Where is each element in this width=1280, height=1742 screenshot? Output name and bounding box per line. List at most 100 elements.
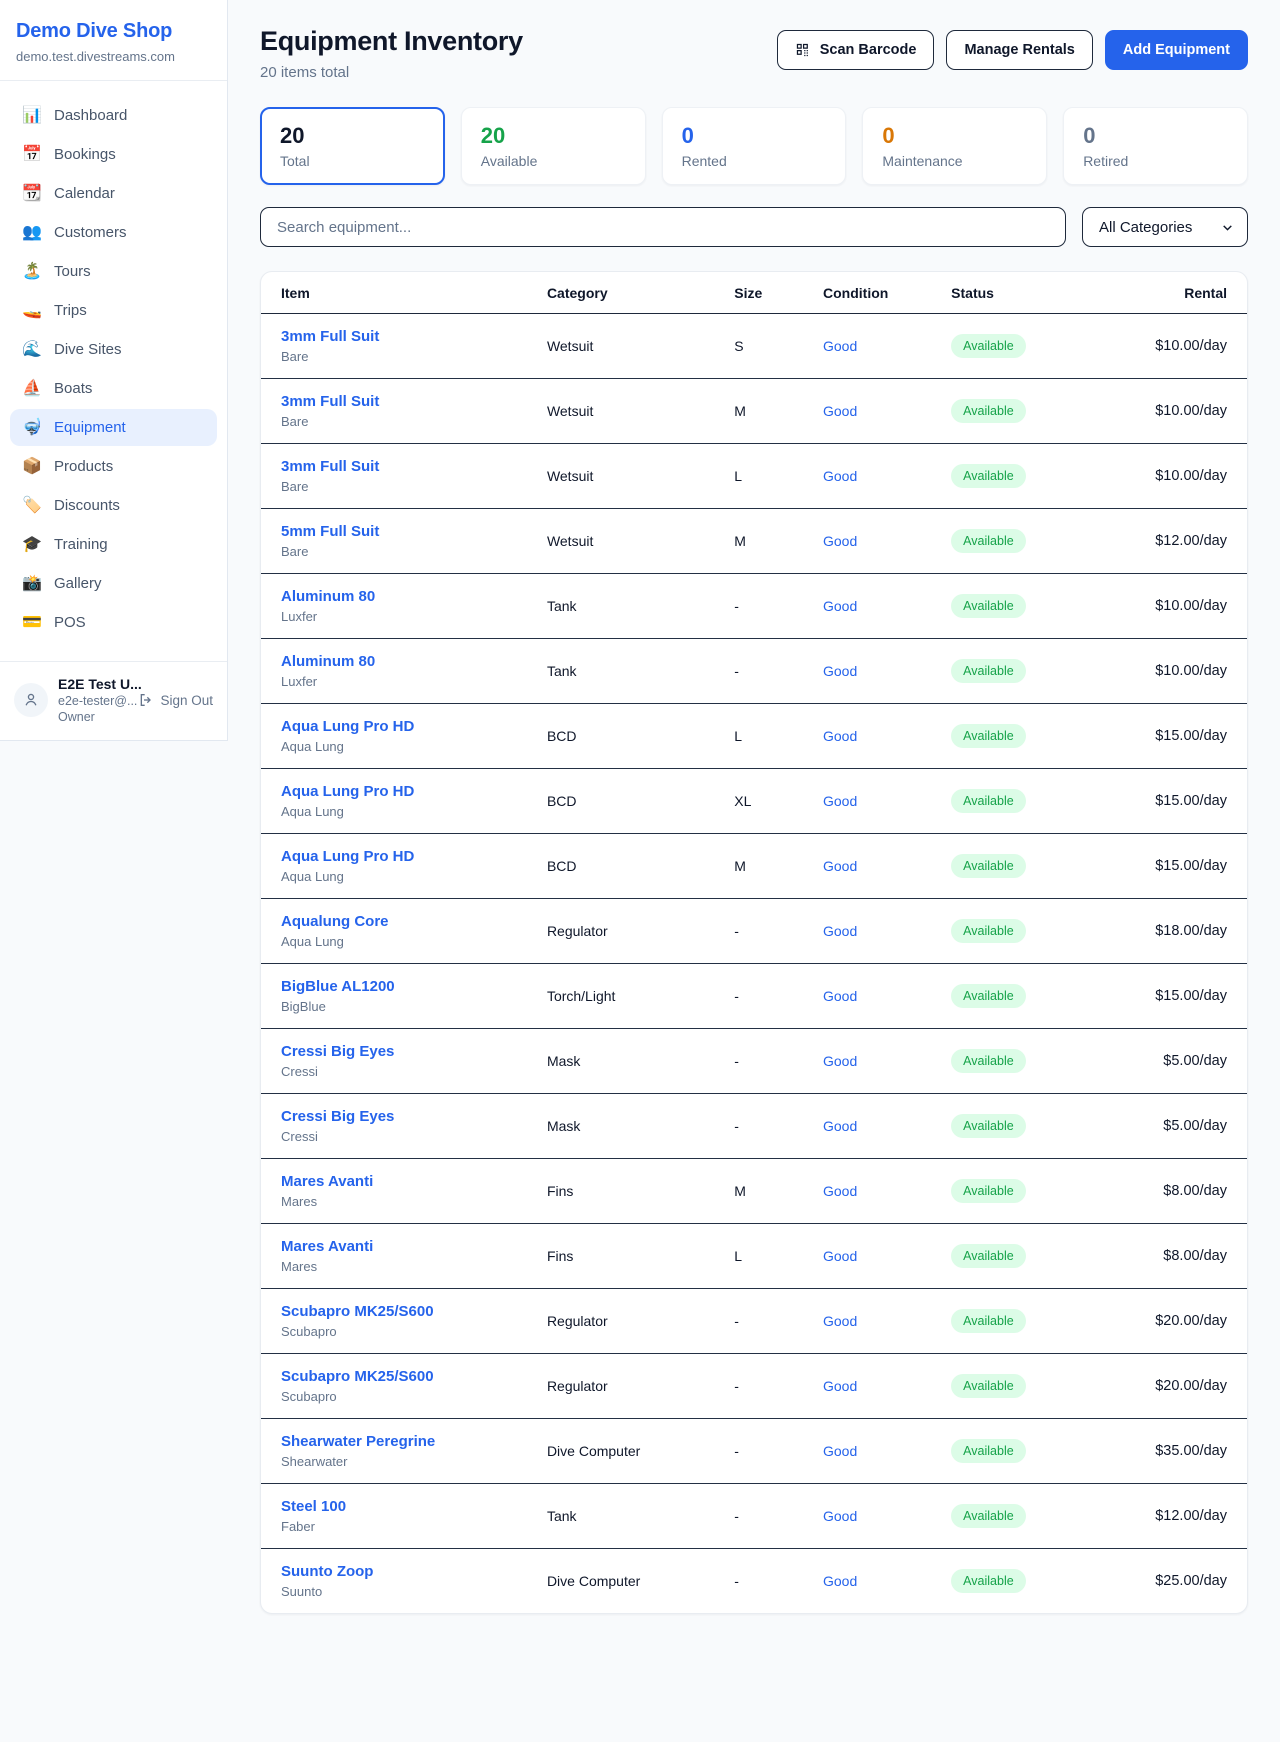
stat-card-available[interactable]: 20 Available [461, 107, 646, 185]
page-header-text: Equipment Inventory 20 items total [260, 26, 523, 81]
item-brand: BigBlue [281, 999, 547, 1014]
item-name-link[interactable]: Cressi Big Eyes [281, 1108, 547, 1125]
sidebar-item-dashboard[interactable]: 📊 Dashboard [10, 97, 217, 134]
column-header-status: Status [951, 272, 1119, 314]
condition-cell: Good [823, 639, 951, 704]
item-name-link[interactable]: BigBlue AL1200 [281, 978, 547, 995]
item-brand: Mares [281, 1194, 547, 1209]
item-name-link[interactable]: Shearwater Peregrine [281, 1433, 547, 1450]
condition-link[interactable]: Good [823, 1248, 857, 1264]
stat-label: Available [481, 153, 626, 169]
rental-cell: $12.00/day [1119, 509, 1247, 574]
condition-link[interactable]: Good [823, 988, 857, 1004]
scan-barcode-button[interactable]: Scan Barcode [777, 30, 935, 70]
item-name-link[interactable]: Aqua Lung Pro HD [281, 718, 547, 735]
condition-link[interactable]: Good [823, 1378, 857, 1394]
condition-link[interactable]: Good [823, 1118, 857, 1134]
condition-link[interactable]: Good [823, 1573, 857, 1589]
item-cell: 3mm Full Suit Bare [261, 379, 547, 444]
item-name-link[interactable]: Cressi Big Eyes [281, 1043, 547, 1060]
add-equipment-button[interactable]: Add Equipment [1105, 30, 1248, 70]
condition-link[interactable]: Good [823, 1053, 857, 1069]
sidebar-item-tours[interactable]: 🏝️ Tours [10, 253, 217, 290]
size-cell: - [734, 1029, 823, 1094]
sidebar-item-customers[interactable]: 👥 Customers [10, 214, 217, 251]
item-name-link[interactable]: Aqua Lung Pro HD [281, 848, 547, 865]
table-row: Suunto Zoop Suunto Dive Computer - Good … [261, 1549, 1247, 1614]
stat-card-retired[interactable]: 0 Retired [1063, 107, 1248, 185]
condition-link[interactable]: Good [823, 598, 857, 614]
column-header-category: Category [547, 272, 734, 314]
condition-link[interactable]: Good [823, 403, 857, 419]
search-input[interactable] [260, 207, 1066, 247]
condition-link[interactable]: Good [823, 858, 857, 874]
item-cell: Steel 100 Faber [261, 1484, 547, 1549]
stat-value: 20 [280, 123, 425, 149]
stat-card-maintenance[interactable]: 0 Maintenance [862, 107, 1047, 185]
column-header-condition: Condition [823, 272, 951, 314]
sidebar-item-training[interactable]: 🎓 Training [10, 526, 217, 563]
sidebar-item-dive-sites[interactable]: 🌊 Dive Sites [10, 331, 217, 368]
customers-icon: 👥 [22, 225, 42, 241]
condition-link[interactable]: Good [823, 1183, 857, 1199]
condition-cell: Good [823, 444, 951, 509]
sidebar-item-gallery[interactable]: 📸 Gallery [10, 565, 217, 602]
status-cell: Available [951, 509, 1119, 574]
sidebar-item-pos[interactable]: 💳 POS [10, 604, 217, 641]
sidebar-item-boats[interactable]: ⛵ Boats [10, 370, 217, 407]
stat-card-rented[interactable]: 0 Rented [662, 107, 847, 185]
sidebar-item-discounts[interactable]: 🏷️ Discounts [10, 487, 217, 524]
rental-cell: $8.00/day [1119, 1224, 1247, 1289]
item-name-link[interactable]: Mares Avanti [281, 1173, 547, 1190]
category-cell: Wetsuit [547, 509, 734, 574]
equipment-icon: 🤿 [22, 420, 42, 436]
sidebar-item-bookings[interactable]: 📅 Bookings [10, 136, 217, 173]
condition-link[interactable]: Good [823, 533, 857, 549]
dashboard-icon: 📊 [22, 108, 42, 124]
item-name-link[interactable]: Scubapro MK25/S600 [281, 1303, 547, 1320]
sign-out-button[interactable]: Sign Out [138, 692, 213, 708]
category-cell: Tank [547, 1484, 734, 1549]
category-select[interactable]: All Categories [1082, 207, 1248, 247]
item-name-link[interactable]: Aqua Lung Pro HD [281, 783, 547, 800]
condition-link[interactable]: Good [823, 468, 857, 484]
condition-link[interactable]: Good [823, 663, 857, 679]
boats-icon: ⛵ [22, 381, 42, 397]
item-name-link[interactable]: 3mm Full Suit [281, 458, 547, 475]
sidebar-item-trips[interactable]: 🚤 Trips [10, 292, 217, 329]
condition-link[interactable]: Good [823, 1508, 857, 1524]
status-cell: Available [951, 1029, 1119, 1094]
item-name-link[interactable]: Aqualung Core [281, 913, 547, 930]
status-badge: Available [951, 1504, 1026, 1528]
condition-cell: Good [823, 379, 951, 444]
item-name-link[interactable]: 5mm Full Suit [281, 523, 547, 540]
manage-rentals-button[interactable]: Manage Rentals [946, 30, 1092, 70]
item-name-link[interactable]: 3mm Full Suit [281, 328, 547, 345]
rental-cell: $10.00/day [1119, 574, 1247, 639]
item-name-link[interactable]: Mares Avanti [281, 1238, 547, 1255]
brand-name[interactable]: Demo Dive Shop [16, 20, 211, 43]
item-name-link[interactable]: Aluminum 80 [281, 653, 547, 670]
item-name-link[interactable]: Aluminum 80 [281, 588, 547, 605]
condition-link[interactable]: Good [823, 338, 857, 354]
category-cell: BCD [547, 704, 734, 769]
condition-link[interactable]: Good [823, 1443, 857, 1459]
item-name-link[interactable]: Suunto Zoop [281, 1563, 547, 1580]
condition-link[interactable]: Good [823, 728, 857, 744]
stat-card-total[interactable]: 20 Total [260, 107, 445, 185]
category-cell: Dive Computer [547, 1419, 734, 1484]
item-name-link[interactable]: 3mm Full Suit [281, 393, 547, 410]
category-cell: Regulator [547, 899, 734, 964]
condition-link[interactable]: Good [823, 923, 857, 939]
stat-label: Retired [1083, 153, 1228, 169]
sidebar-item-calendar[interactable]: 📆 Calendar [10, 175, 217, 212]
item-cell: Cressi Big Eyes Cressi [261, 1029, 547, 1094]
condition-link[interactable]: Good [823, 793, 857, 809]
category-cell: Regulator [547, 1289, 734, 1354]
sidebar-item-equipment[interactable]: 🤿 Equipment [10, 409, 217, 446]
item-cell: Shearwater Peregrine Shearwater [261, 1419, 547, 1484]
sidebar-item-products[interactable]: 📦 Products [10, 448, 217, 485]
condition-link[interactable]: Good [823, 1313, 857, 1329]
item-name-link[interactable]: Steel 100 [281, 1498, 547, 1515]
item-name-link[interactable]: Scubapro MK25/S600 [281, 1368, 547, 1385]
